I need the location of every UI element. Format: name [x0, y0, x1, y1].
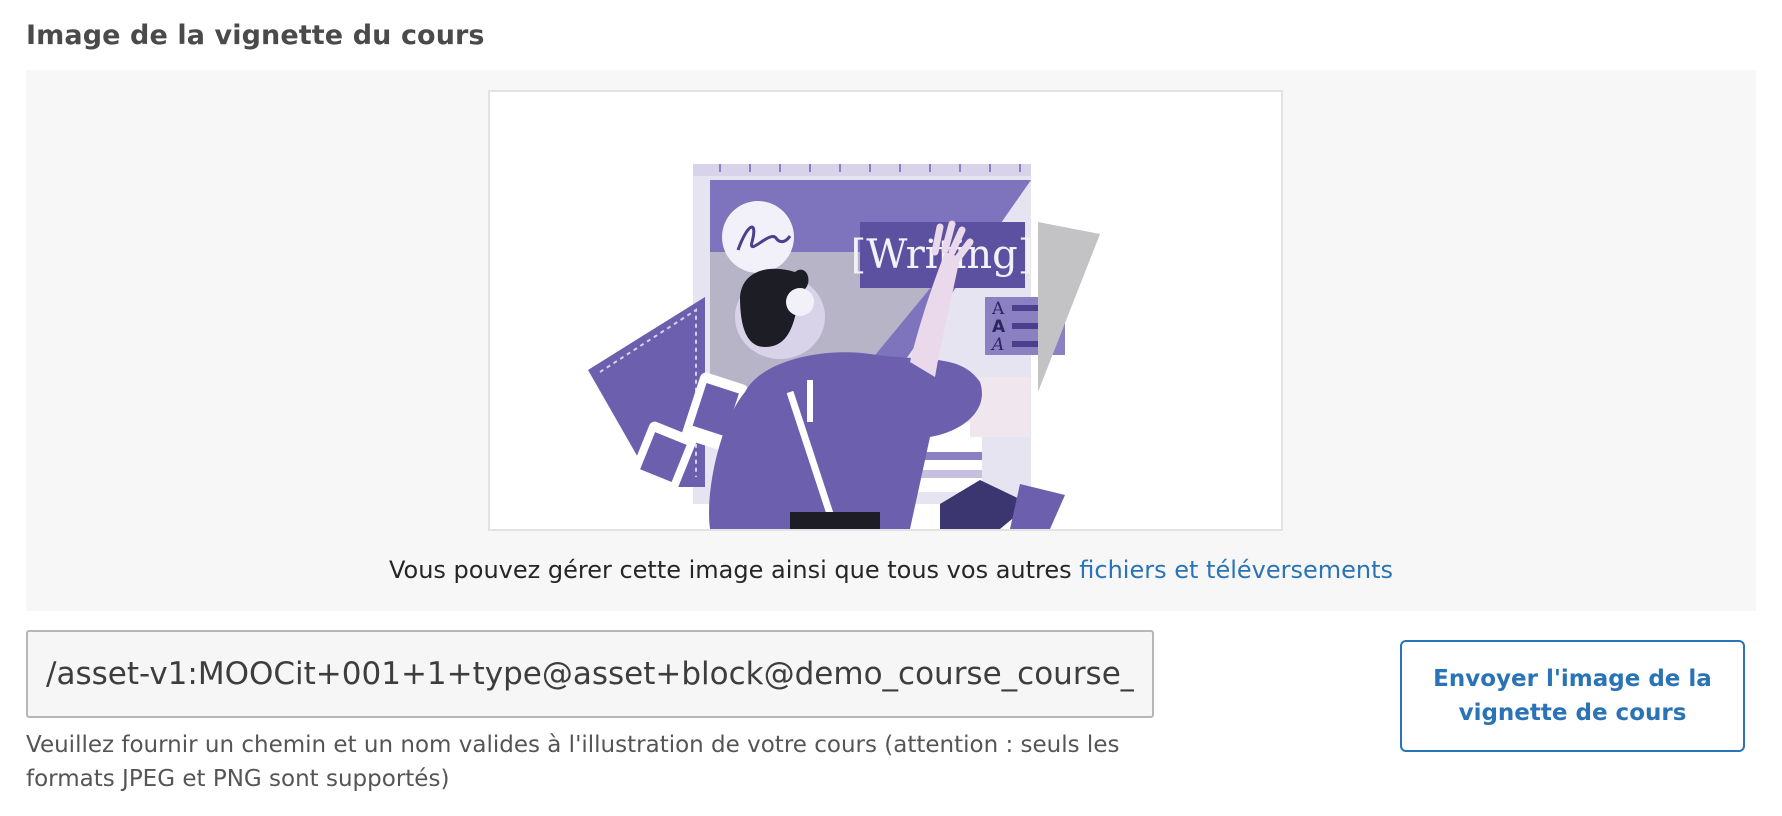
- image-path-input[interactable]: [26, 630, 1154, 718]
- upload-thumbnail-button[interactable]: Envoyer l'image de la vignette de cours: [1400, 640, 1745, 752]
- svg-text:A: A: [992, 317, 1006, 337]
- section-title: Image de la vignette du cours: [26, 20, 485, 51]
- manage-files-note: Vous pouvez gérer cette image ainsi que …: [26, 556, 1756, 584]
- svg-text:A: A: [990, 335, 1004, 355]
- manage-note-text: Vous pouvez gérer cette image ainsi que …: [388, 556, 1080, 584]
- svg-text:A: A: [991, 299, 1005, 319]
- files-uploads-link[interactable]: fichiers et téléversements: [1079, 556, 1393, 584]
- image-path-help-text: Veuillez fournir un chemin et un nom val…: [26, 732, 1120, 792]
- writing-illustration: [Writing] A A A: [588, 164, 1100, 529]
- course-thumbnail-image: [Writing] A A A: [488, 90, 1283, 531]
- image-preview-panel: [Writing] A A A Vous pouvez gérer cette …: [26, 70, 1756, 611]
